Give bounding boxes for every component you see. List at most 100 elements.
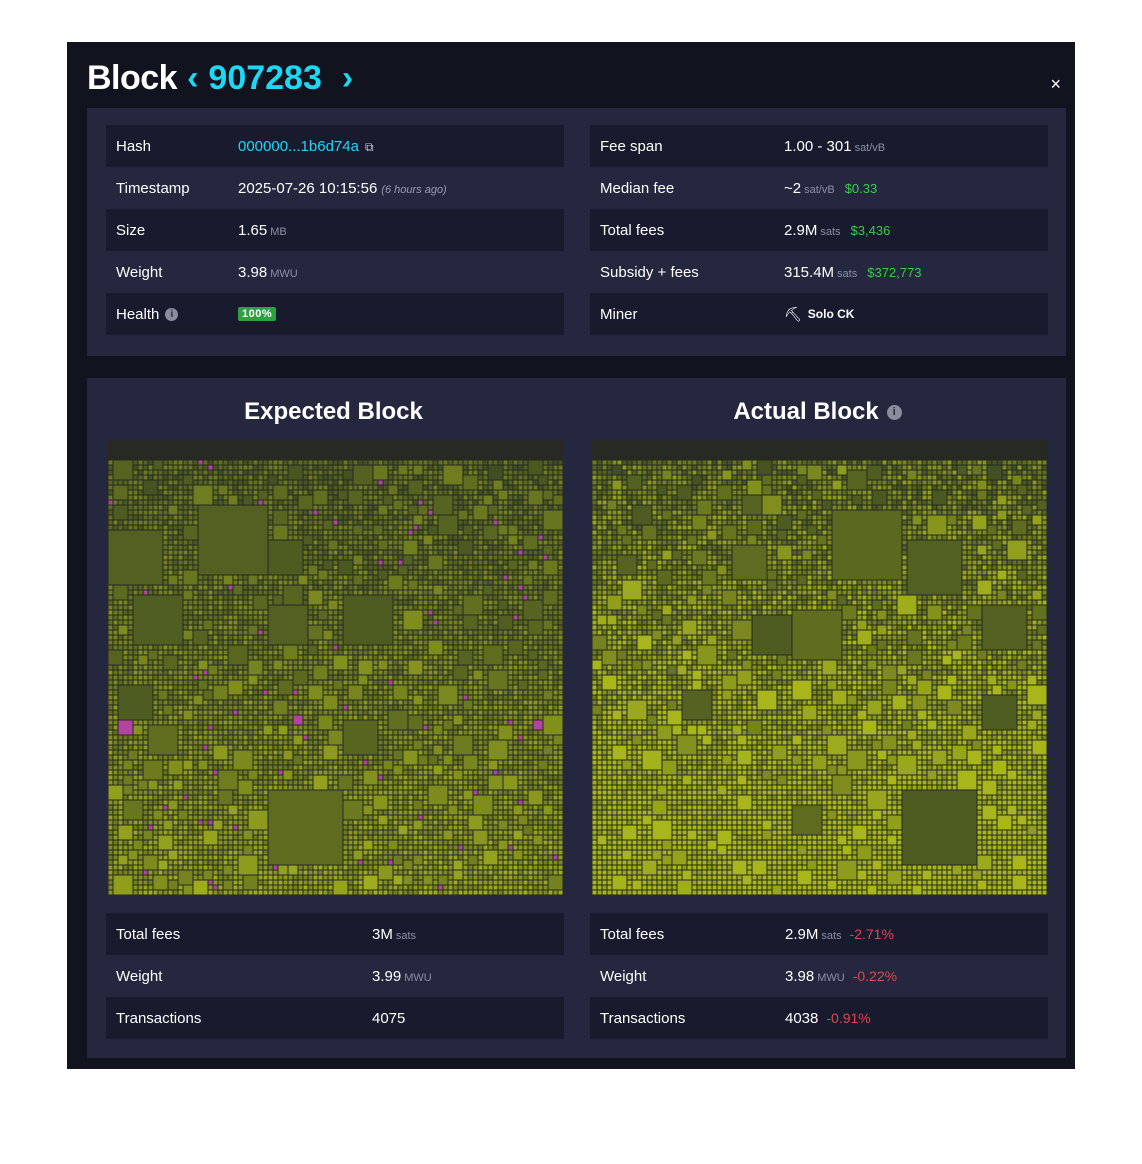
tx-block[interactable] (233, 630, 238, 635)
tx-block[interactable] (178, 460, 183, 465)
tx-block[interactable] (233, 815, 238, 820)
tx-block[interactable] (343, 500, 348, 505)
tx-block[interactable] (293, 780, 298, 785)
tx-block[interactable] (248, 840, 253, 845)
tx-block[interactable] (453, 715, 463, 725)
tx-block[interactable] (468, 570, 473, 575)
tx-block[interactable] (198, 675, 203, 680)
tx-block[interactable] (483, 585, 493, 595)
tx-block[interactable] (533, 845, 538, 850)
tx-block[interactable] (508, 790, 513, 795)
tx-block[interactable] (223, 830, 228, 835)
tx-block[interactable] (373, 715, 378, 720)
tx-block[interactable] (403, 700, 408, 705)
tx-block[interactable] (233, 470, 238, 475)
tx-block[interactable] (248, 465, 253, 470)
tx-block[interactable] (508, 520, 513, 525)
tx-block[interactable] (273, 730, 278, 735)
tx-block[interactable] (258, 850, 263, 855)
tx-block[interactable] (108, 490, 113, 495)
tx-block[interactable] (478, 770, 483, 775)
tx-block[interactable] (168, 570, 173, 575)
tx-block[interactable] (443, 585, 448, 590)
tx-block[interactable] (468, 720, 473, 725)
tx-block[interactable] (153, 670, 158, 675)
tx-block[interactable] (363, 565, 368, 570)
tx-block[interactable] (523, 865, 528, 870)
tx-block[interactable] (153, 475, 158, 480)
tx-block[interactable] (178, 795, 183, 800)
tx-block[interactable] (188, 545, 193, 550)
tx-block[interactable] (228, 725, 233, 730)
tx-block[interactable] (478, 575, 483, 580)
tx-block[interactable] (403, 460, 408, 465)
tx-block[interactable] (293, 685, 298, 690)
tx-block[interactable] (348, 820, 353, 825)
tx-block[interactable] (458, 650, 473, 665)
tx-block[interactable] (488, 735, 493, 740)
tx-block[interactable] (353, 585, 358, 590)
tx-block[interactable] (113, 875, 133, 895)
tx-block[interactable] (113, 865, 118, 870)
tx-block[interactable] (348, 850, 353, 855)
expected-block-visualization[interactable] (108, 440, 563, 895)
tx-block[interactable] (538, 515, 543, 520)
tx-block[interactable] (138, 860, 143, 865)
tx-block[interactable] (168, 500, 173, 505)
tx-block[interactable] (398, 560, 403, 565)
tx-block[interactable] (543, 470, 548, 475)
tx-block[interactable] (253, 830, 258, 835)
tx-block[interactable] (478, 475, 483, 480)
tx-block[interactable] (183, 755, 188, 760)
tx-block[interactable] (288, 730, 293, 735)
tx-block[interactable] (268, 505, 273, 510)
tx-block[interactable] (318, 640, 323, 645)
tx-block[interactable] (553, 820, 558, 825)
tx-block[interactable] (108, 710, 113, 715)
tx-block[interactable] (438, 710, 443, 715)
tx-block[interactable] (218, 675, 223, 680)
tx-block[interactable] (223, 825, 228, 830)
tx-block[interactable] (248, 490, 253, 495)
tx-block[interactable] (108, 780, 113, 785)
tx-block[interactable] (148, 825, 153, 830)
tx-block[interactable] (508, 640, 523, 655)
tx-block[interactable] (348, 845, 353, 850)
tx-block[interactable] (548, 740, 553, 745)
tx-block[interactable] (133, 665, 138, 670)
tx-block[interactable] (218, 630, 223, 635)
tx-block[interactable] (178, 805, 183, 810)
tx-block[interactable] (253, 765, 258, 770)
tx-block[interactable] (358, 870, 363, 875)
tx-block[interactable] (138, 720, 143, 725)
tx-block[interactable] (158, 675, 163, 680)
tx-block[interactable] (163, 490, 168, 495)
tx-block[interactable] (388, 820, 393, 825)
tx-block[interactable] (123, 760, 133, 770)
tx-block[interactable] (313, 560, 318, 565)
tx-block[interactable] (118, 760, 123, 765)
tx-block[interactable] (403, 610, 423, 630)
tx-block[interactable] (408, 735, 413, 740)
tx-block[interactable] (328, 610, 333, 615)
tx-block[interactable] (488, 695, 493, 700)
tx-block[interactable] (388, 540, 393, 545)
tx-block[interactable] (263, 870, 268, 875)
tx-block[interactable] (143, 480, 158, 495)
tx-block[interactable] (428, 525, 438, 535)
tx-block[interactable] (258, 720, 263, 725)
tx-block[interactable] (263, 635, 268, 640)
tx-block[interactable] (373, 490, 378, 495)
tx-block[interactable] (528, 550, 533, 555)
tx-block[interactable] (423, 575, 428, 580)
tx-block[interactable] (318, 770, 323, 775)
tx-block[interactable] (243, 690, 248, 695)
tx-block[interactable] (133, 655, 138, 660)
tx-block[interactable] (158, 780, 163, 785)
tx-block[interactable] (438, 740, 443, 745)
tx-block[interactable] (363, 560, 368, 565)
tx-block[interactable] (318, 605, 323, 610)
tx-block[interactable] (178, 810, 188, 820)
tx-block[interactable] (298, 535, 303, 540)
tx-block[interactable] (508, 590, 513, 595)
